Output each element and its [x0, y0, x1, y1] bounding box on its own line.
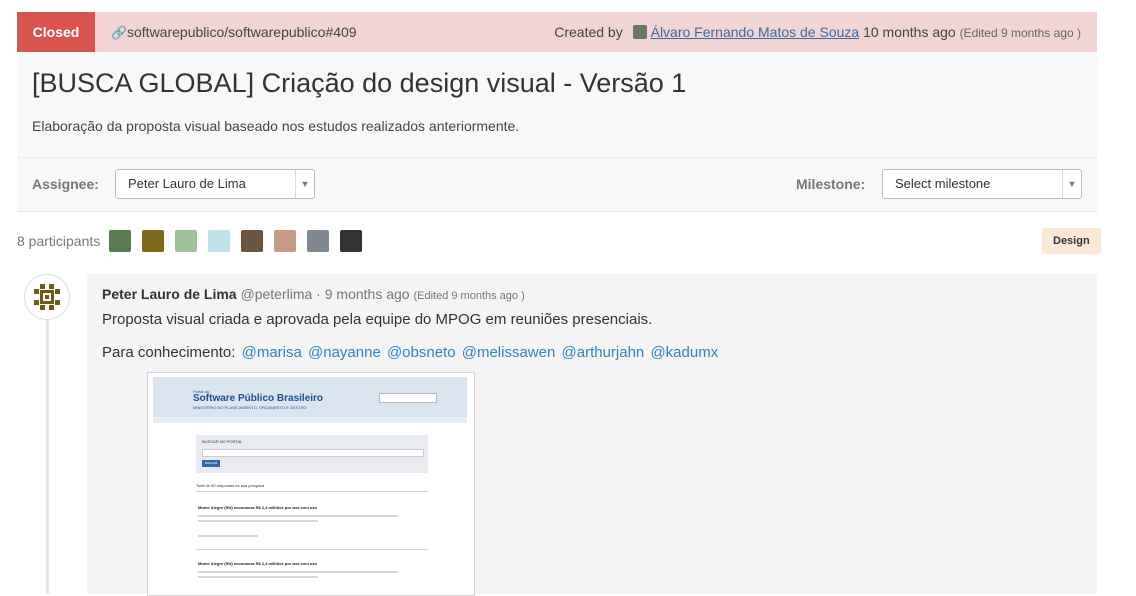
note-separator: · — [316, 286, 321, 302]
edited-note: (Edited 9 months ago ) — [959, 26, 1081, 40]
shot-divider — [196, 549, 428, 550]
mention-link[interactable]: @melissawen — [462, 344, 556, 361]
shot-text-line — [198, 520, 318, 522]
shot-brand: Software Público Brasileiro — [193, 393, 324, 404]
issue-reference-text[interactable]: softwarepublico/softwarepublico#409 — [127, 24, 357, 40]
note-comment: Peter Lauro de Lima @peterlima · 9 month… — [87, 274, 1097, 596]
issue-meta-row: Assignee: Peter Lauro de Lima ▼ Mileston… — [17, 157, 1097, 212]
shot-subtitle: MINISTÉRIO DO PLANEJAMENTO, ORÇAMENTO E … — [193, 405, 307, 410]
shot-header: Portal do Software Público Brasileiro MI… — [153, 377, 467, 417]
issue-body: [BUSCA GLOBAL] Criação do design visual … — [17, 52, 1097, 157]
issue-title: [BUSCA GLOBAL] Criação do design visual … — [32, 68, 687, 98]
milestone-select[interactable]: Select milestone ▼ — [882, 169, 1082, 199]
issue-description: Elaboração da proposta visual baseado no… — [32, 118, 520, 134]
shot-search-button: BUSCAR — [202, 460, 220, 467]
mention-link[interactable]: @arthurjahn — [562, 344, 645, 361]
created-prefix: Created by — [554, 24, 623, 40]
attached-screenshot[interactable]: Portal do Software Público Brasileiro MI… — [147, 372, 475, 596]
participant-avatar[interactable] — [208, 230, 230, 252]
participant-avatar[interactable] — [274, 230, 296, 252]
note-author-handle[interactable]: @peterlima — [240, 286, 312, 302]
note-edited: (Edited 9 months ago ) — [413, 290, 525, 302]
shot-search-box — [379, 393, 437, 403]
note-author-avatar[interactable] — [24, 274, 70, 320]
participant-avatar[interactable] — [241, 230, 263, 252]
participant-avatar[interactable] — [307, 230, 329, 252]
identicon-avatar-icon — [25, 275, 69, 319]
issue-status-bar: Closed 🔗softwarepublico/softwarepublico#… — [17, 12, 1097, 52]
note-author-name[interactable]: Peter Lauro de Lima — [102, 286, 237, 302]
timeline-line — [46, 296, 49, 594]
author-link[interactable]: Álvaro Fernando Matos de Souza — [651, 24, 860, 40]
mention-link[interactable]: @marisa — [242, 344, 302, 361]
participant-avatar[interactable] — [109, 230, 131, 252]
shot-search-input — [202, 449, 424, 457]
shot-text-line — [198, 535, 258, 537]
participant-avatar[interactable] — [175, 230, 197, 252]
shot-results-header: Total de 80 respostas na sua pesquisa — [196, 483, 265, 488]
shot-search-title: BUSCAR NO PORTAL — [202, 439, 243, 444]
mention-link[interactable]: @kadumx — [650, 344, 718, 361]
mention-link[interactable]: @nayanne — [308, 344, 381, 361]
assignee-value: Peter Lauro de Lima — [128, 176, 246, 191]
note-text: Proposta visual criada e aprovada pela e… — [102, 311, 653, 328]
issue-reference[interactable]: 🔗softwarepublico/softwarepublico#409 — [111, 12, 357, 53]
shot-result-title: Monte Alegre (RN) economiza R$ 2,4 milhõ… — [198, 561, 317, 566]
milestone-value: Select milestone — [895, 176, 991, 191]
note-mentions-line: Para conhecimento: @marisa @nayanne @obs… — [102, 344, 718, 361]
shot-text-line — [198, 515, 398, 517]
shot-divider — [196, 491, 428, 492]
created-info: Created by Álvaro Fernando Matos de Souz… — [554, 12, 1081, 53]
chevron-down-icon[interactable]: ▼ — [1062, 170, 1081, 198]
participant-avatar[interactable] — [340, 230, 362, 252]
shot-text-line — [198, 576, 318, 578]
issue-state-badge: Closed — [17, 12, 95, 52]
chevron-down-icon[interactable]: ▼ — [295, 170, 314, 198]
label-design[interactable]: Design — [1042, 228, 1101, 254]
milestone-label: Milestone: — [796, 176, 866, 192]
link-icon: 🔗 — [111, 25, 128, 40]
shot-nav — [153, 417, 467, 423]
shot-result-title: Monte Alegre (RN) economiza R$ 2,4 milhõ… — [198, 505, 317, 510]
note-header: Peter Lauro de Lima @peterlima · 9 month… — [102, 286, 525, 302]
participants-count: 8 participants — [17, 233, 101, 249]
shot-search-panel: BUSCAR NO PORTAL BUSCAR — [196, 435, 428, 473]
note-time[interactable]: 9 months ago — [325, 286, 410, 302]
participant-avatar[interactable] — [142, 230, 164, 252]
shot-text-line — [198, 571, 398, 573]
assignee-select[interactable]: Peter Lauro de Lima ▼ — [115, 169, 315, 199]
created-ago: 10 months ago — [863, 24, 956, 40]
mentions-prefix: Para conhecimento: — [102, 344, 236, 361]
mention-link[interactable]: @obsneto — [387, 344, 456, 361]
assignee-label: Assignee: — [32, 176, 99, 192]
author-avatar[interactable] — [632, 25, 647, 39]
